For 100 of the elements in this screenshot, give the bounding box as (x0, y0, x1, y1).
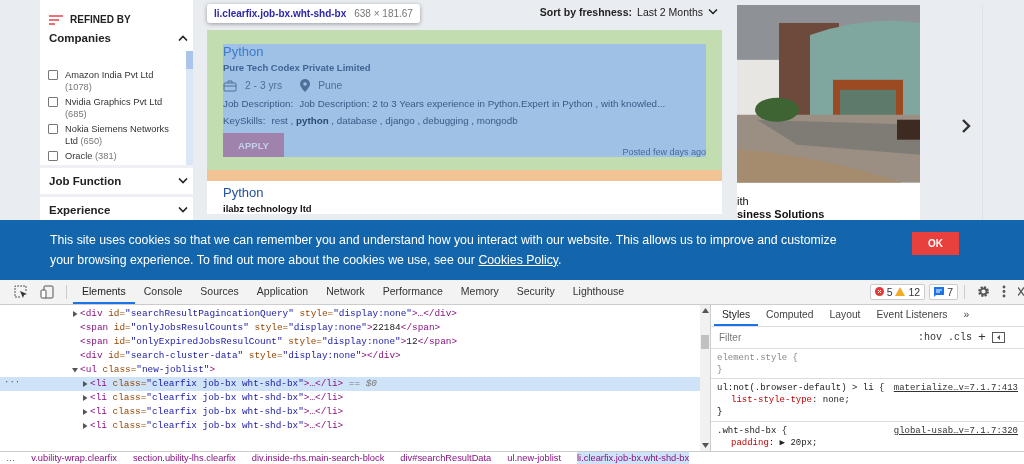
styles-tab[interactable]: Layout (821, 304, 869, 326)
checkbox[interactable] (48, 70, 58, 80)
source-link[interactable]: global-usab…v=7.1.7:320 (893, 424, 1018, 437)
section-title[interactable]: Experience (49, 203, 111, 217)
filter-icon (49, 14, 63, 25)
settings-icon[interactable] (977, 285, 990, 299)
messages-counter[interactable]: 7 (929, 283, 958, 300)
tree-toggle-icon[interactable] (72, 366, 78, 373)
inspect-icon[interactable] (14, 284, 28, 299)
skills-label: KeySkills: (223, 115, 266, 126)
breadcrumb[interactable]: ul.new-joblist (507, 452, 562, 464)
tree-toggle-icon[interactable] (82, 380, 88, 387)
css-selector: ul:not(.browser-default) > li { (717, 382, 885, 395)
ok-button[interactable]: OK (912, 232, 959, 256)
error-count: 5 (886, 285, 893, 298)
chevron-icon[interactable] (178, 178, 188, 184)
dom-row[interactable]: <li class="clearfix job-bx wht-shd-bx">…</li> (0, 404, 700, 419)
company-option[interactable]: Nvidia Graphics Pvt Ltd (685) (65, 96, 173, 120)
dom-row[interactable]: <div id="searchResultPagincationQuery" style="display:none">…</div> (0, 306, 700, 321)
promo-heading: siness Solutions (737, 207, 826, 220)
dom-row[interactable]: <div id="search-cluster-data" style="display:none"></div> (0, 348, 700, 363)
checkbox[interactable] (48, 97, 58, 107)
html-code: <li class="clearfix job-bx wht-shd-bx">…</li> == $0 (90, 378, 377, 390)
css-brace: } (717, 363, 724, 376)
css-selector: .wht-shd-bx { (717, 424, 788, 437)
issues-counter[interactable]: 5 12 (869, 283, 926, 300)
breadcrumb[interactable]: div.inside-rhs.main-search-block (251, 452, 385, 464)
styles-tab[interactable]: Styles (714, 304, 759, 326)
scroll-up-icon[interactable] (701, 307, 709, 313)
close-icon[interactable] (1018, 287, 1024, 297)
sidebar-title: REFINED BY (70, 14, 131, 25)
company-option[interactable]: Nokia Siemens Networks Ltd (650) (65, 123, 173, 147)
devtools-tab[interactable]: Memory (451, 279, 508, 304)
promo-text: ith (737, 194, 750, 207)
sort-label: Sort by freshness: (539, 6, 633, 18)
dom-row[interactable]: <li class="clearfix job-bx wht-shd-bx">…</li> (0, 418, 700, 433)
sidebar-toggle-icon[interactable] (991, 331, 1005, 343)
sort-dropdown[interactable]: Last 2 Months (637, 6, 703, 18)
devtools-tab[interactable]: Elements (73, 279, 135, 304)
scrollbar-thumb[interactable] (186, 51, 193, 69)
html-code: <div id="searchResultPagincationQuery" style="display:none">…</div> (80, 308, 457, 320)
company-name: ilabz technology ltd (223, 203, 313, 214)
checkbox[interactable] (48, 124, 58, 134)
tree-toggle-icon[interactable] (82, 422, 88, 429)
breadcrumb[interactable]: div#searchResultData (400, 452, 492, 464)
html-code: <li class="clearfix job-bx wht-shd-bx">…</li> (90, 420, 344, 432)
company-name: Pure Tech Codex Private Limited (223, 62, 372, 73)
tree-toggle-icon[interactable] (82, 408, 88, 415)
warning-count: 12 (908, 285, 921, 298)
key-skills: rest , python , database , django , debugging , mongodb (271, 115, 518, 126)
devtools-tab[interactable]: Network (317, 279, 374, 304)
dom-row[interactable]: ··· <li class="clearfix job-bx wht-shd-bx">…</li> == $0 (0, 376, 700, 391)
error-icon (874, 287, 884, 297)
section-title[interactable]: Companies (49, 31, 111, 45)
location-pin-icon (300, 79, 311, 92)
section-title[interactable]: Job Function (49, 174, 122, 188)
html-code: <li class="clearfix job-bx wht-shd-bx">…</li> (90, 406, 344, 418)
scrollbar-thumb[interactable] (701, 334, 709, 349)
row-menu-dots[interactable]: ··· (4, 376, 21, 387)
class-button[interactable]: .cls (948, 331, 973, 343)
checkbox[interactable] (48, 151, 58, 161)
css-declaration: list-style-type: none; (730, 394, 851, 407)
dom-row[interactable]: <li class="clearfix job-bx wht-shd-bx">…</li> (0, 390, 700, 405)
job-title[interactable]: Python (223, 185, 706, 200)
devtools-tab[interactable]: Sources (191, 279, 248, 304)
html-code: <span id="onlyExpiredJobsResulCount" style="display:none">12</span> (80, 336, 457, 348)
devtools-tab[interactable]: Security (507, 279, 564, 304)
chevron-down-icon[interactable] (708, 9, 718, 15)
dom-row[interactable]: <ul class="new-joblist"> (0, 362, 700, 377)
scrollbar[interactable] (700, 304, 710, 451)
company-option[interactable]: Amazon India Pvt Ltd (1078) (65, 69, 173, 93)
breadcrumb[interactable]: section.ubility-lhs.clearfix (132, 452, 236, 464)
devtools-tab[interactable]: Console (134, 279, 192, 304)
location: Pune (318, 80, 343, 91)
more-options-icon[interactable] (1002, 285, 1006, 299)
chevron-right-icon[interactable] (961, 118, 971, 134)
breadcrumb-more[interactable]: … (6, 453, 16, 463)
dom-row[interactable]: <span id="onlyExpiredJobsResulCount" style="display:none">12</span> (0, 334, 700, 349)
devtools-tab[interactable]: Application (247, 279, 318, 304)
devtools-tab[interactable]: Lighthouse (563, 279, 634, 304)
chevron-icon[interactable] (178, 207, 188, 213)
devtools-tab[interactable]: Performance (373, 279, 452, 304)
tree-toggle-icon[interactable] (72, 310, 78, 317)
company-option[interactable]: Oracle (381) (65, 150, 117, 162)
source-link[interactable]: materialize…v=7.1.7:413 (893, 382, 1018, 395)
html-code: <li class="clearfix job-bx wht-shd-bx">…</li> (90, 392, 344, 404)
tree-toggle-icon[interactable] (82, 394, 88, 401)
element-size: 638 × 181.67 (354, 8, 413, 19)
dom-row[interactable]: <span id="onlyJobsResulCounts" style="display:none">22184</span> (0, 320, 700, 335)
breadcrumb[interactable]: li.clearfix.job-bx.wht-shd-bx (577, 452, 690, 464)
scrollbar[interactable] (186, 51, 193, 165)
new-rule-button[interactable]: + (978, 329, 986, 345)
styles-tab[interactable]: Computed (758, 304, 822, 326)
breadcrumb[interactable]: v.ubility-wrap.clearfix (31, 452, 117, 464)
hover-state-button[interactable]: :hov (918, 331, 942, 343)
styles-tab[interactable]: Event Listeners (868, 304, 956, 326)
styles-tab[interactable]: » (955, 304, 978, 326)
scroll-down-icon[interactable] (701, 443, 709, 448)
device-icon[interactable] (40, 284, 54, 299)
chevron-icon[interactable] (178, 35, 188, 41)
